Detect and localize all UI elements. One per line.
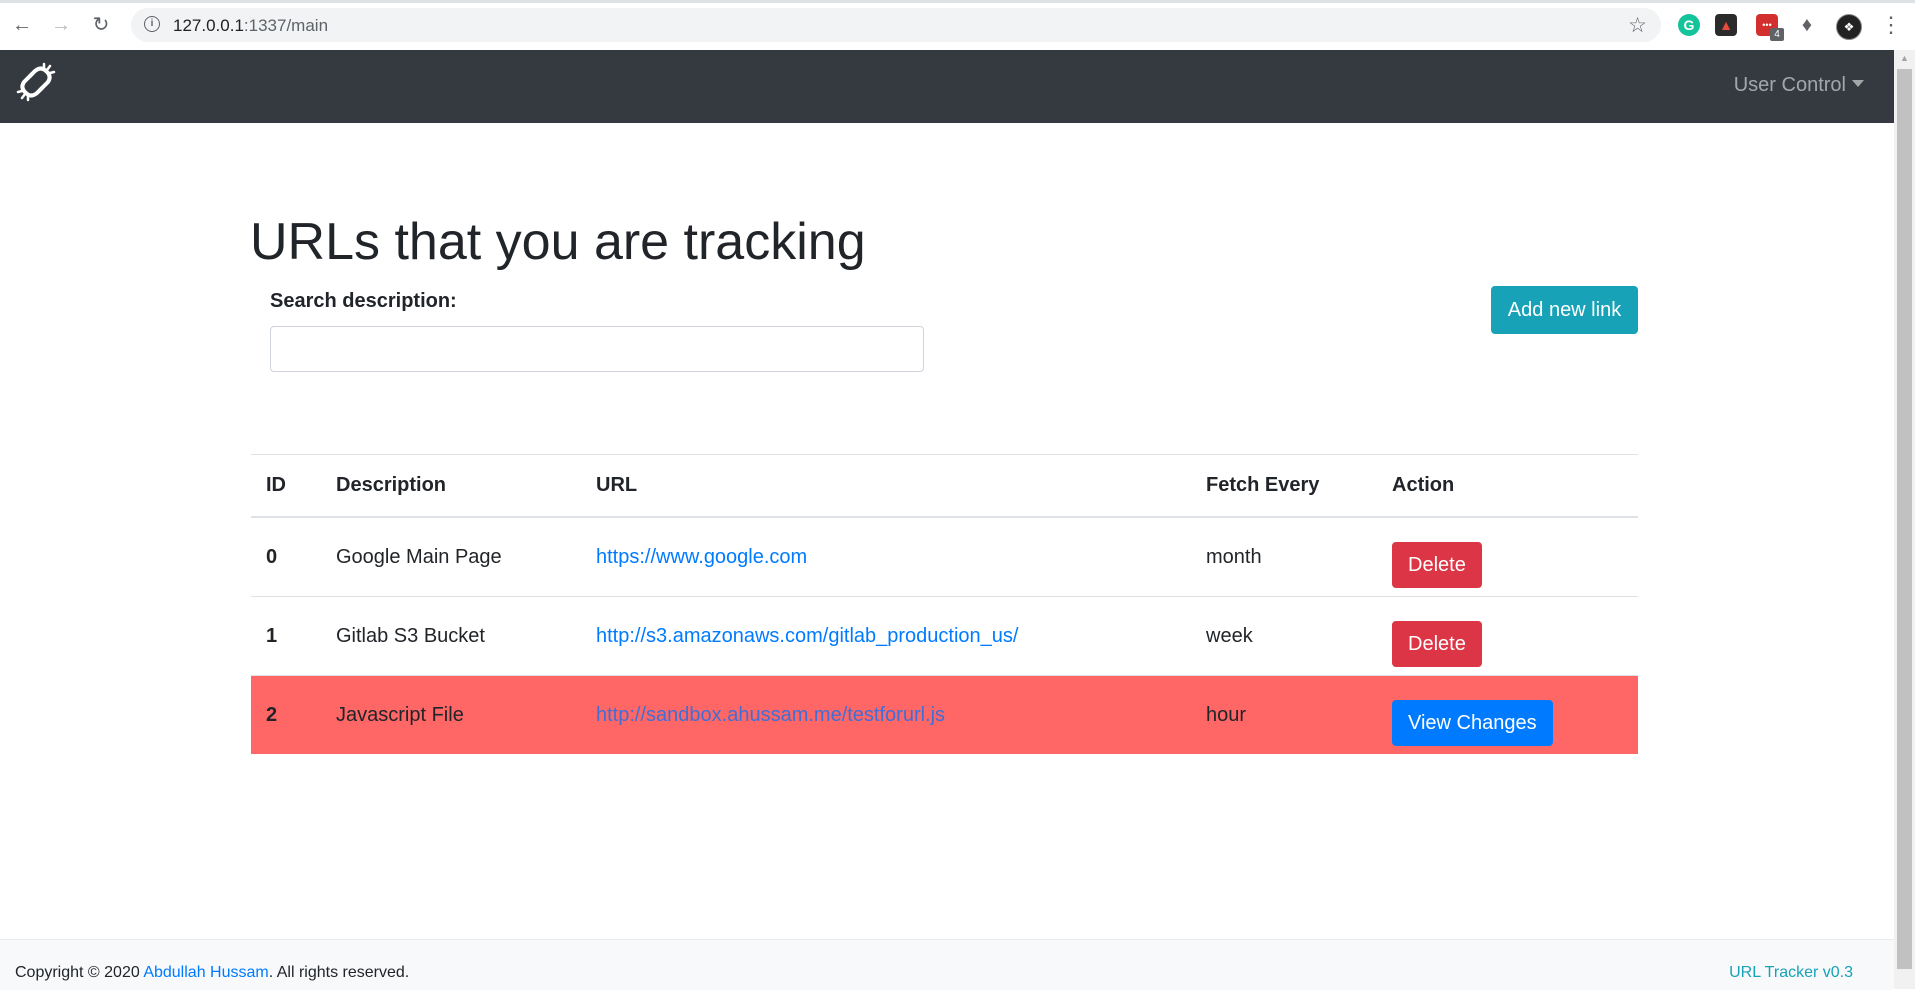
bookmark-star-icon[interactable]: ☆ [1628, 13, 1647, 38]
header-action: Action [1377, 454, 1638, 518]
site-info-icon[interactable]: i [144, 16, 160, 32]
url-host: 127.0.0.1 [173, 16, 244, 35]
footer-version: URL Tracker v0.3 [1729, 964, 1853, 981]
profile-avatar-icon[interactable]: ❖ [1836, 14, 1862, 40]
row-url-cell: http://s3.amazonaws.com/gitlab_productio… [581, 596, 1191, 676]
row-fetch-every: month [1191, 517, 1377, 597]
scrollbar-thumb[interactable] [1897, 69, 1912, 969]
row-url-link[interactable]: http://s3.amazonaws.com/gitlab_productio… [596, 625, 1018, 647]
browser-toolbar: ← → ↻ i 127.0.0.1:1337/main ☆ G ▲ ••• 4 … [0, 0, 1915, 51]
address-bar[interactable]: i 127.0.0.1:1337/main ☆ [131, 8, 1661, 42]
header-id: ID [251, 454, 321, 518]
user-control-dropdown[interactable]: User Control [1734, 74, 1864, 97]
table-header-row: ID Description URL Fetch Every Action [251, 454, 1638, 518]
extension-badge: 4 [1770, 28, 1784, 41]
user-control-label: User Control [1733, 74, 1846, 96]
delete-button[interactable]: Delete [1392, 542, 1482, 588]
caret-down-icon [1852, 80, 1864, 88]
row-description: Gitlab S3 Bucket [321, 596, 581, 676]
url-path: :1337/main [243, 16, 329, 35]
copyright-suffix: . All rights reserved. [268, 964, 410, 981]
add-new-link-button[interactable]: Add new link [1491, 286, 1638, 334]
footer: Copyright © 2020 Abdullah Hussam. All ri… [0, 939, 1894, 990]
reload-icon[interactable]: ↻ [88, 12, 114, 38]
header-description: Description [321, 454, 581, 518]
table-row: 1 Gitlab S3 Bucket http://s3.amazonaws.c… [251, 596, 1638, 676]
row-id: 0 [251, 517, 321, 597]
search-description-input[interactable] [270, 326, 924, 372]
row-fetch-every: week [1191, 596, 1377, 676]
page-title: URLs that you are tracking [250, 213, 866, 271]
row-description: Javascript File [321, 675, 581, 754]
row-url-link[interactable]: https://www.google.com [596, 546, 807, 568]
table-row: 0 Google Main Page https://www.google.co… [251, 517, 1638, 597]
row-id: 2 [251, 675, 321, 754]
tracked-urls-table: ID Description URL Fetch Every Action 0 … [251, 454, 1638, 754]
scroll-up-arrow-icon[interactable]: ▲ [1894, 50, 1915, 67]
row-url-link[interactable]: http://sandbox.ahussam.me/testforurl.js [596, 704, 945, 726]
broken-link-logo-icon[interactable] [14, 60, 58, 104]
row-id: 1 [251, 596, 321, 676]
header-fetch-every: Fetch Every [1191, 454, 1377, 518]
search-label: Search description: [270, 290, 457, 312]
scrollbar[interactable]: ▲ [1894, 50, 1915, 989]
back-icon[interactable]: ← [9, 12, 35, 38]
row-fetch-every: hour [1191, 675, 1377, 754]
forward-icon[interactable]: → [48, 12, 74, 38]
view-changes-button[interactable]: View Changes [1392, 700, 1553, 746]
grammarly-extension-icon[interactable]: G [1678, 14, 1700, 36]
tab-strip [0, 0, 1915, 3]
address-text[interactable]: 127.0.0.1:1337/main [173, 16, 328, 36]
row-description: Google Main Page [321, 517, 581, 597]
delete-button[interactable]: Delete [1392, 621, 1482, 667]
extensions-puzzle-icon[interactable]: ♦ [1796, 14, 1818, 36]
row-action-cell: Delete [1377, 596, 1638, 676]
pdf-extension-icon[interactable]: ▲ [1715, 14, 1737, 36]
footer-copyright: Copyright © 2020 Abdullah Hussam. All ri… [15, 964, 409, 982]
table-row-changed: 2 Javascript File http://sandbox.ahussam… [251, 675, 1638, 754]
row-action-cell: View Changes [1377, 675, 1638, 754]
app-navbar: User Control [0, 50, 1894, 123]
row-action-cell: Delete [1377, 517, 1638, 597]
row-url-cell: http://sandbox.ahussam.me/testforurl.js [581, 675, 1191, 754]
browser-menu-icon[interactable]: ⋮ [1880, 12, 1902, 38]
copyright-prefix: Copyright © 2020 [15, 964, 144, 981]
row-url-cell: https://www.google.com [581, 517, 1191, 597]
author-link[interactable]: Abdullah Hussam [143, 964, 268, 981]
header-url: URL [581, 454, 1191, 518]
